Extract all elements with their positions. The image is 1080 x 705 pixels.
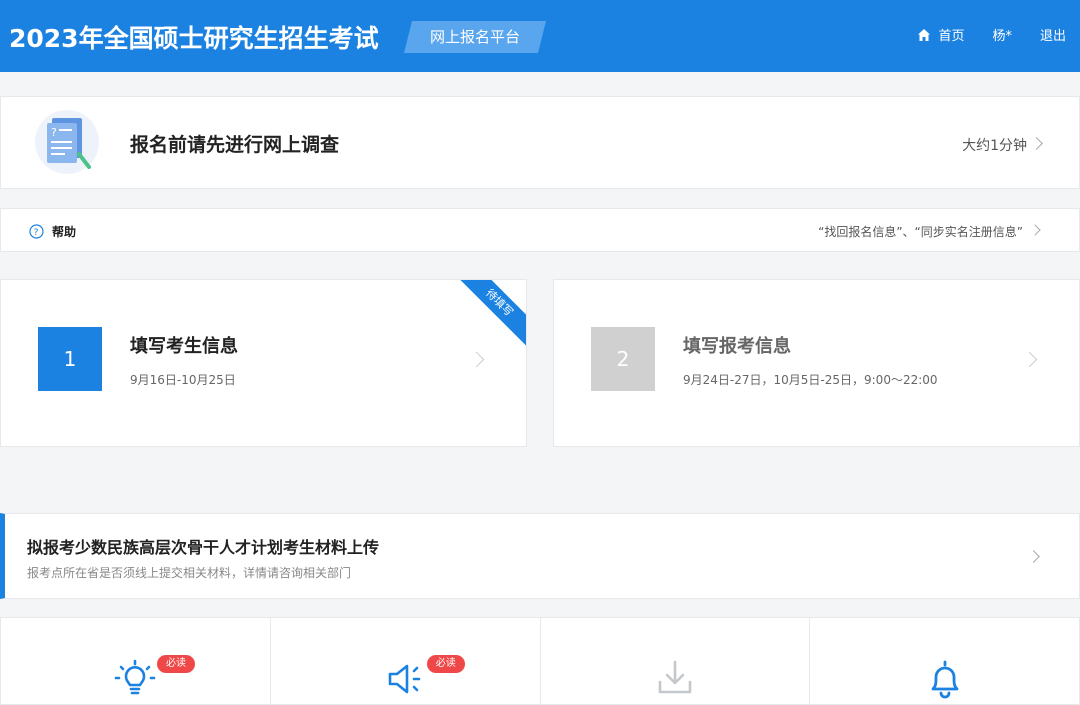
lightbulb-icon — [115, 659, 156, 695]
nav-logout[interactable]: 退出 — [1040, 25, 1066, 44]
nav-home[interactable]: 首页 — [917, 25, 964, 44]
step-title: 填写考生信息 — [130, 336, 238, 357]
bottom-tiles: 必读 必读 — [0, 617, 1080, 705]
chevron-right-icon — [468, 351, 485, 368]
step-date: 9月16日-10月25日 — [130, 373, 236, 387]
nav-user[interactable]: 杨* — [992, 25, 1012, 44]
survey-title: 报名前请先进行网上调查 — [130, 134, 340, 156]
help-label: 帮助 — [52, 225, 77, 239]
home-icon — [918, 28, 931, 41]
minority-title: 拟报考少数民族高层次骨干人才计划考生材料上传 — [27, 538, 380, 557]
platform-tag: 网上报名平台 — [404, 21, 546, 53]
download-icon — [658, 660, 692, 694]
svg-text:?: ? — [34, 228, 39, 238]
platform-tag-label: 网上报名平台 — [429, 28, 520, 46]
svg-text:?: ? — [51, 126, 57, 139]
step-fill-exam-info[interactable]: 2 填写报考信息 9月24日-27日，10月5日-25日，9:00～22:00 — [553, 279, 1080, 447]
questionnaire-icon: ? — [35, 110, 99, 174]
survey-card[interactable]: ? 报名前请先进行网上调查 大约1分钟 — [0, 96, 1080, 189]
step-number: 1 — [38, 327, 102, 391]
help-bar[interactable]: ? 帮助 “找回报名信息”、“同步实名注册信息” — [0, 208, 1080, 252]
chevron-right-icon — [1030, 137, 1043, 150]
site-title: 2023年全国硕士研究生招生考试 — [9, 24, 379, 53]
help-circle-icon: ? — [29, 224, 44, 239]
step-date: 9月24日-27日，10月5日-25日，9:00～22:00 — [683, 373, 938, 387]
nav-home-label: 首页 — [938, 29, 965, 44]
minority-program-upload[interactable]: 拟报考少数民族高层次骨干人才计划考生材料上传 报考点所在省是否须线上提交相关材料… — [0, 513, 1080, 599]
survey-duration: 大约1分钟 — [962, 138, 1027, 154]
step-fill-candidate-info[interactable]: 待填写 1 填写考生信息 9月16日-10月25日 — [0, 279, 527, 447]
chevron-right-icon — [1027, 550, 1040, 563]
help-links[interactable]: “找回报名信息”、“同步实名注册信息” — [818, 223, 1023, 240]
tile-download[interactable] — [539, 617, 810, 705]
bell-icon — [931, 660, 959, 699]
chevron-right-icon — [1029, 224, 1041, 236]
step-number: 2 — [591, 327, 655, 391]
status-ribbon: 待填写 — [452, 280, 526, 350]
top-nav: 首页 杨* 退出 — [917, 25, 1066, 44]
minority-subtitle: 报考点所在省是否须线上提交相关材料，详情请咨询相关部门 — [27, 566, 352, 580]
step-title: 填写报考信息 — [683, 336, 791, 357]
tile-announcement[interactable]: 必读 — [269, 617, 540, 705]
chevron-right-icon — [1021, 351, 1038, 368]
must-read-badge: 必读 — [157, 655, 195, 673]
must-read-badge: 必读 — [426, 655, 465, 673]
tile-notifications[interactable] — [809, 617, 1080, 705]
top-header: 2023年全国硕士研究生招生考试 网上报名平台 首页 杨* 退出 — [0, 0, 1080, 72]
tile-lightbulb[interactable]: 必读 — [0, 617, 270, 705]
megaphone-icon — [388, 664, 421, 694]
